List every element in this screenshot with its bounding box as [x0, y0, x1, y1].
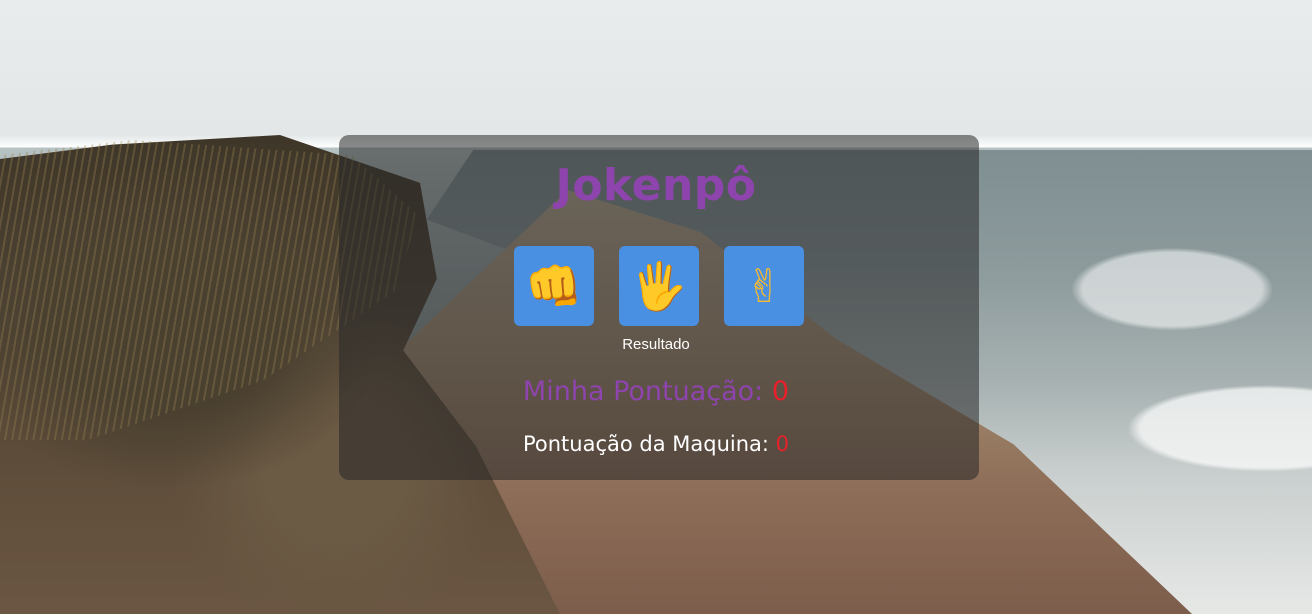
- my-score-label: Minha Pontuação:: [522, 376, 764, 407]
- machine-score-label: Pontuação da Maquina:: [522, 432, 769, 456]
- paper-button[interactable]: 🖐: [619, 246, 699, 326]
- fist-icon: 👊: [525, 258, 583, 313]
- choice-buttons: 👊 🖐 ✌: [514, 246, 804, 326]
- my-score: Minha Pontuação: 0: [0, 376, 1312, 407]
- machine-score: Pontuação da Maquina: 0: [0, 432, 1312, 456]
- scissors-button[interactable]: ✌: [724, 246, 804, 326]
- machine-score-value: 0: [775, 432, 790, 456]
- my-score-value: 0: [771, 376, 790, 407]
- victory-hand-icon: ✌: [744, 259, 784, 313]
- page-title: Jokenpô: [555, 160, 757, 211]
- rock-button[interactable]: 👊: [514, 246, 594, 326]
- result-text: Resultado: [622, 336, 690, 353]
- hand-icon: 🖐: [630, 258, 688, 313]
